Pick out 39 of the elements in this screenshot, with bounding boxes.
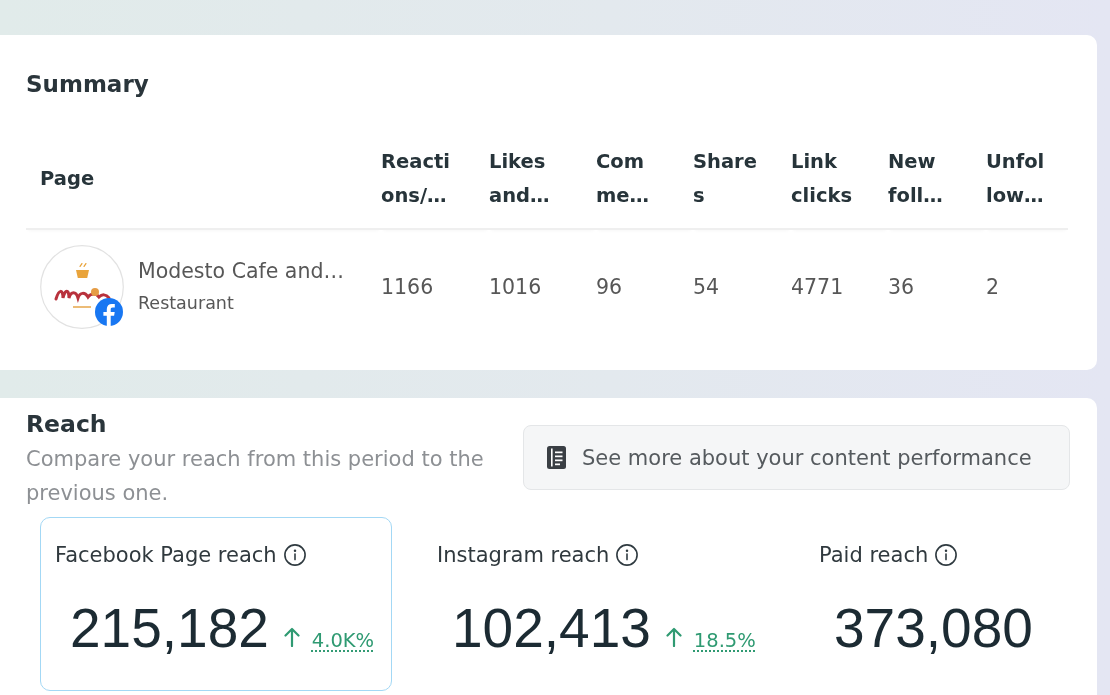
column-header: Link clicks bbox=[791, 149, 853, 209]
table-cell-text: 2 bbox=[986, 274, 1000, 301]
facebook-icon bbox=[95, 298, 123, 326]
info-icon[interactable] bbox=[935, 544, 958, 566]
change-percent: 18.5% bbox=[693, 629, 756, 653]
metric-value: 215,182 bbox=[70, 597, 269, 659]
content-performance-button[interactable]: See more about your content performance bbox=[523, 425, 1070, 490]
metric-label: Paid reach bbox=[819, 542, 929, 569]
section-title: Reach bbox=[26, 409, 107, 439]
column-header: Page bbox=[40, 166, 95, 192]
column-header: Likes and… bbox=[489, 149, 550, 209]
metric-value: 102,413 bbox=[452, 597, 651, 659]
document-icon bbox=[547, 446, 566, 469]
arrow-up-icon bbox=[665, 627, 682, 647]
table-cell-text: 54 bbox=[693, 274, 720, 301]
page-name: Modesto Cafe and… bbox=[138, 258, 344, 285]
info-icon[interactable] bbox=[616, 544, 639, 566]
column-header: Share s bbox=[693, 149, 757, 209]
table-cell-text: 1166 bbox=[381, 274, 434, 301]
table-cell-text: 1016 bbox=[489, 274, 542, 301]
info-icon[interactable] bbox=[283, 544, 306, 566]
section-title: Summary bbox=[26, 70, 149, 99]
metric-label: Instagram reach bbox=[437, 542, 610, 569]
table-cell-text: 96 bbox=[596, 274, 623, 301]
metric-tab[interactable]: Paid reach 373,080 bbox=[804, 517, 1070, 691]
metric-tab[interactable]: Facebook Page reach 215,182 4.0K% bbox=[40, 517, 392, 691]
table-cell-text: 4771 bbox=[791, 274, 844, 301]
column-header: New foll… bbox=[888, 149, 943, 209]
column-header: Reacti ons/… bbox=[381, 149, 450, 209]
metric-value: 373,080 bbox=[834, 597, 1033, 659]
column-header: Com me… bbox=[596, 149, 650, 209]
metric-label: Facebook Page reach bbox=[55, 542, 277, 569]
change-percent: 4.0K% bbox=[311, 629, 375, 653]
column-header: Unfol low… bbox=[986, 149, 1045, 209]
section-description: Compare your reach from this period to the previous one. bbox=[26, 446, 485, 507]
page-category: Restaurant bbox=[138, 292, 234, 315]
table-cell-text: 36 bbox=[888, 274, 915, 301]
arrow-up-icon bbox=[283, 627, 300, 647]
metric-tab[interactable]: Instagram reach 102,413 18.5% bbox=[422, 517, 774, 691]
